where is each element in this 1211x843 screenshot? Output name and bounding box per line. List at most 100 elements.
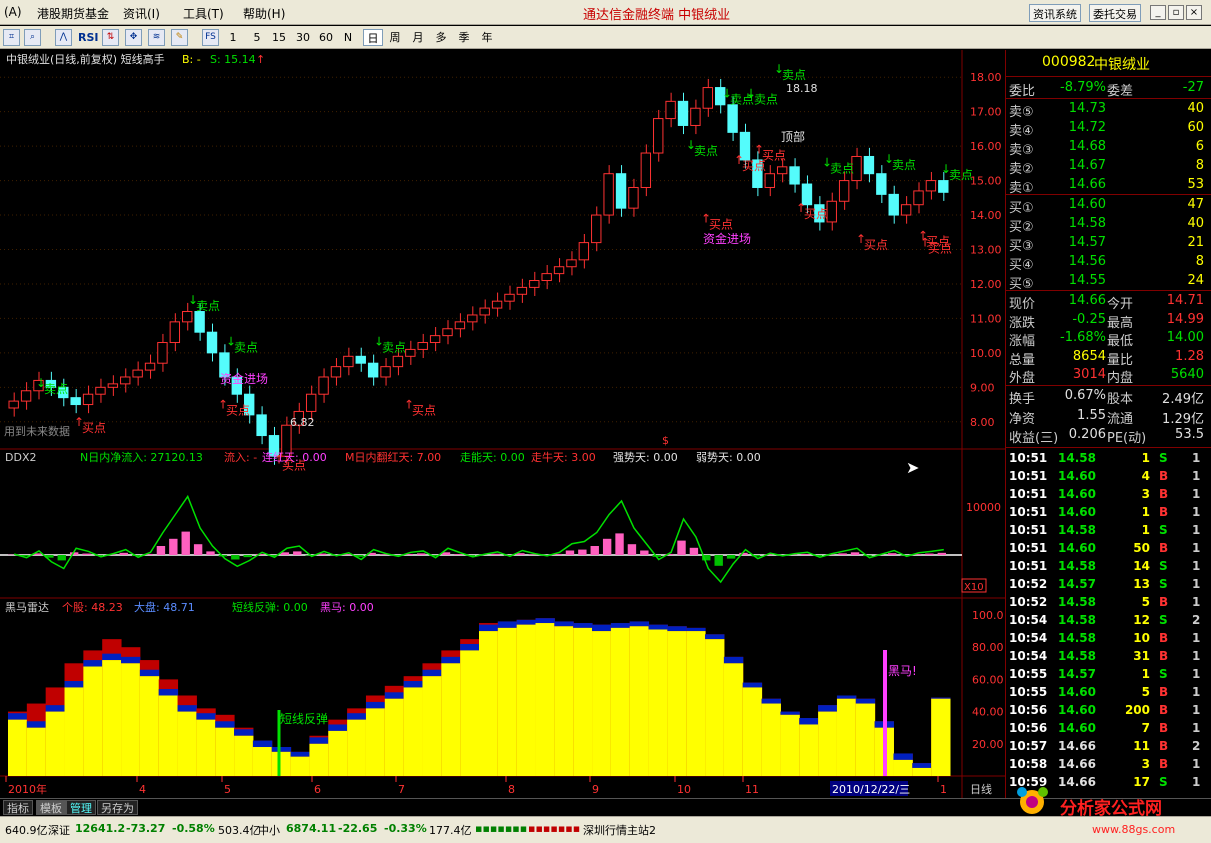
tick-row[interactable]: 10:55 14.57 1 S 1 — [1006, 667, 1211, 685]
draw-icon[interactable]: ≋ — [148, 29, 165, 46]
tick-row[interactable]: 10:58 14.66 3 B 1 — [1006, 757, 1211, 775]
menu-item-a[interactable]: (A) — [4, 5, 22, 19]
x-tick-label: 2010年 — [8, 782, 47, 796]
tick-volume: 5 — [1141, 685, 1150, 699]
period-n[interactable]: N — [341, 29, 355, 46]
tick-volume: 4 — [1141, 469, 1150, 483]
tab-template[interactable]: 模板 — [36, 800, 66, 815]
radar-yellow-bar — [592, 631, 612, 776]
period-year[interactable]: 年 — [478, 29, 496, 46]
restore-icon[interactable]: ▫ — [1168, 5, 1184, 20]
trade-button[interactable]: 委托交易 — [1089, 4, 1141, 22]
tick-time: 10:52 — [1009, 577, 1048, 591]
status-index-pct: -0.58% — [172, 822, 215, 835]
fs-button[interactable]: FS — [202, 29, 219, 46]
candle — [417, 342, 428, 350]
tick-row[interactable]: 10:54 14.58 12 S 2 — [1006, 613, 1211, 631]
pencil-icon[interactable]: ✎ — [171, 29, 188, 46]
tick-volume: 50 — [1133, 541, 1150, 555]
period-month[interactable]: 月 — [409, 29, 427, 46]
menu-item-info[interactable]: 资讯(I) — [123, 5, 160, 22]
chart-svg[interactable]: 18.0017.0016.0015.0014.0013.0012.0011.00… — [0, 50, 1005, 798]
tick-price: 14.60 — [1058, 505, 1096, 519]
high-price-label: 18.18 — [786, 82, 818, 95]
radar-yellow-bar — [441, 663, 461, 776]
price-tick: 15.00 — [970, 175, 1002, 188]
tick-row[interactable]: 10:56 14.60 7 B 1 — [1006, 721, 1211, 739]
low-price-label: 6.82 — [290, 416, 315, 429]
tab-manage[interactable]: 管理 — [66, 800, 96, 815]
candle — [541, 273, 552, 282]
ddx-bar — [193, 544, 203, 555]
chart-area[interactable]: 18.00 17.00 16.00 15.00 14.00 13.00 12.00 11.00… — [0, 50, 1005, 798]
tick-row[interactable]: 10:51 14.58 1 S 1 — [1006, 451, 1211, 469]
period-30min[interactable]: 30 — [294, 29, 312, 46]
radar-blue-bar — [309, 737, 329, 744]
period-15min[interactable]: 15 — [270, 29, 288, 46]
formula-icon[interactable]: ⌗ — [3, 29, 20, 46]
toolbar: ⌗ ⌕ ⋀ RSI ⇅ ✥ ≋ ✎ FS 1 5 15 30 60 N 日 周 … — [0, 26, 1211, 49]
tick-time: 10:52 — [1009, 595, 1048, 609]
menu-item-tools[interactable]: 工具(T) — [183, 5, 224, 22]
close-icon[interactable]: × — [1186, 5, 1202, 20]
tick-row[interactable]: 10:55 14.60 5 B 1 — [1006, 685, 1211, 703]
menu-item-help[interactable]: 帮助(H) — [243, 5, 285, 22]
radar-blue-bar — [912, 763, 932, 768]
label: 买④ — [1009, 258, 1034, 273]
radar-blue-bar — [686, 627, 706, 632]
candle — [330, 366, 342, 378]
minimize-icon[interactable]: _ — [1150, 5, 1166, 20]
tick-count: 1 — [1192, 757, 1201, 771]
move-icon[interactable]: ✥ — [125, 29, 142, 46]
ddx-x10-badge[interactable]: X10 — [964, 582, 984, 593]
zoom-icon[interactable]: ⌕ — [24, 29, 41, 46]
tick-row[interactable]: 10:51 14.60 4 B 1 — [1006, 469, 1211, 487]
tick-row[interactable]: 10:51 14.58 14 S 1 — [1006, 559, 1211, 577]
radar-yellow-bar — [290, 756, 310, 776]
tick-row[interactable]: 10:51 14.58 1 S 1 — [1006, 523, 1211, 541]
logo-name: 分析家公式网 — [1060, 799, 1162, 819]
sell-label: 卖点 — [949, 168, 973, 182]
tick-row[interactable]: 10:52 14.58 5 B 1 — [1006, 595, 1211, 613]
x-tick-label: 9 — [592, 783, 599, 796]
radar-yellow-bar — [799, 724, 819, 776]
tick-row[interactable]: 10:54 14.58 10 B 1 — [1006, 631, 1211, 649]
radar-blue-bar — [8, 713, 28, 720]
tick-row[interactable]: 10:51 14.60 50 B 1 — [1006, 541, 1211, 559]
tick-row[interactable]: 10:57 14.66 11 B 2 — [1006, 739, 1211, 757]
tick-side: B — [1159, 505, 1169, 519]
period-quarter[interactable]: 季 — [455, 29, 473, 46]
tab-save-as[interactable]: 另存为 — [97, 800, 138, 815]
tick-row[interactable]: 10:51 14.60 3 B 1 — [1006, 487, 1211, 505]
tick-row[interactable]: 10:56 14.60 200 B 1 — [1006, 703, 1211, 721]
tab-indicator[interactable]: 指标 — [3, 800, 33, 815]
period-day[interactable]: 日 — [363, 29, 383, 46]
period-multi[interactable]: 多 — [432, 29, 450, 46]
candle — [566, 259, 577, 268]
tick-row[interactable]: 10:52 14.57 13 S 1 — [1006, 577, 1211, 595]
tick-time: 10:51 — [1009, 451, 1048, 465]
bid-row: 买② 14.58 40 — [1006, 216, 1211, 235]
tick-count: 1 — [1192, 559, 1201, 573]
value-2: 5640 — [1170, 367, 1204, 382]
tick-row[interactable]: 10:54 14.58 31 B 1 — [1006, 649, 1211, 667]
price-axis: 18.00 17.00 16.00 15.00 14.00 13.00 12.00 11.00… — [970, 71, 1002, 429]
rsi-button[interactable]: RSI — [78, 29, 99, 46]
period-1min[interactable]: 1 — [225, 29, 241, 46]
period-60min[interactable]: 60 — [317, 29, 335, 46]
menu-item-hk-futures[interactable]: 港股期货基金 — [37, 5, 109, 22]
arrows-icon[interactable]: ⇅ — [102, 29, 119, 46]
radar-yellow-bar — [610, 627, 631, 776]
candle — [876, 173, 887, 195]
sell-label: 卖点 — [892, 158, 916, 172]
radar-yellow-bar — [271, 751, 292, 776]
news-system-button[interactable]: 资讯系统 — [1029, 4, 1081, 22]
tick-row[interactable]: 10:51 14.60 1 B 1 — [1006, 505, 1211, 523]
ddx-bar — [169, 538, 178, 555]
period-5min[interactable]: 5 — [249, 29, 265, 46]
x-tick-label: 11 — [745, 783, 759, 796]
candle — [82, 393, 94, 406]
x-tick-label: 5 — [224, 783, 231, 796]
line-chart-icon[interactable]: ⋀ — [55, 29, 72, 46]
period-week[interactable]: 周 — [386, 29, 404, 46]
